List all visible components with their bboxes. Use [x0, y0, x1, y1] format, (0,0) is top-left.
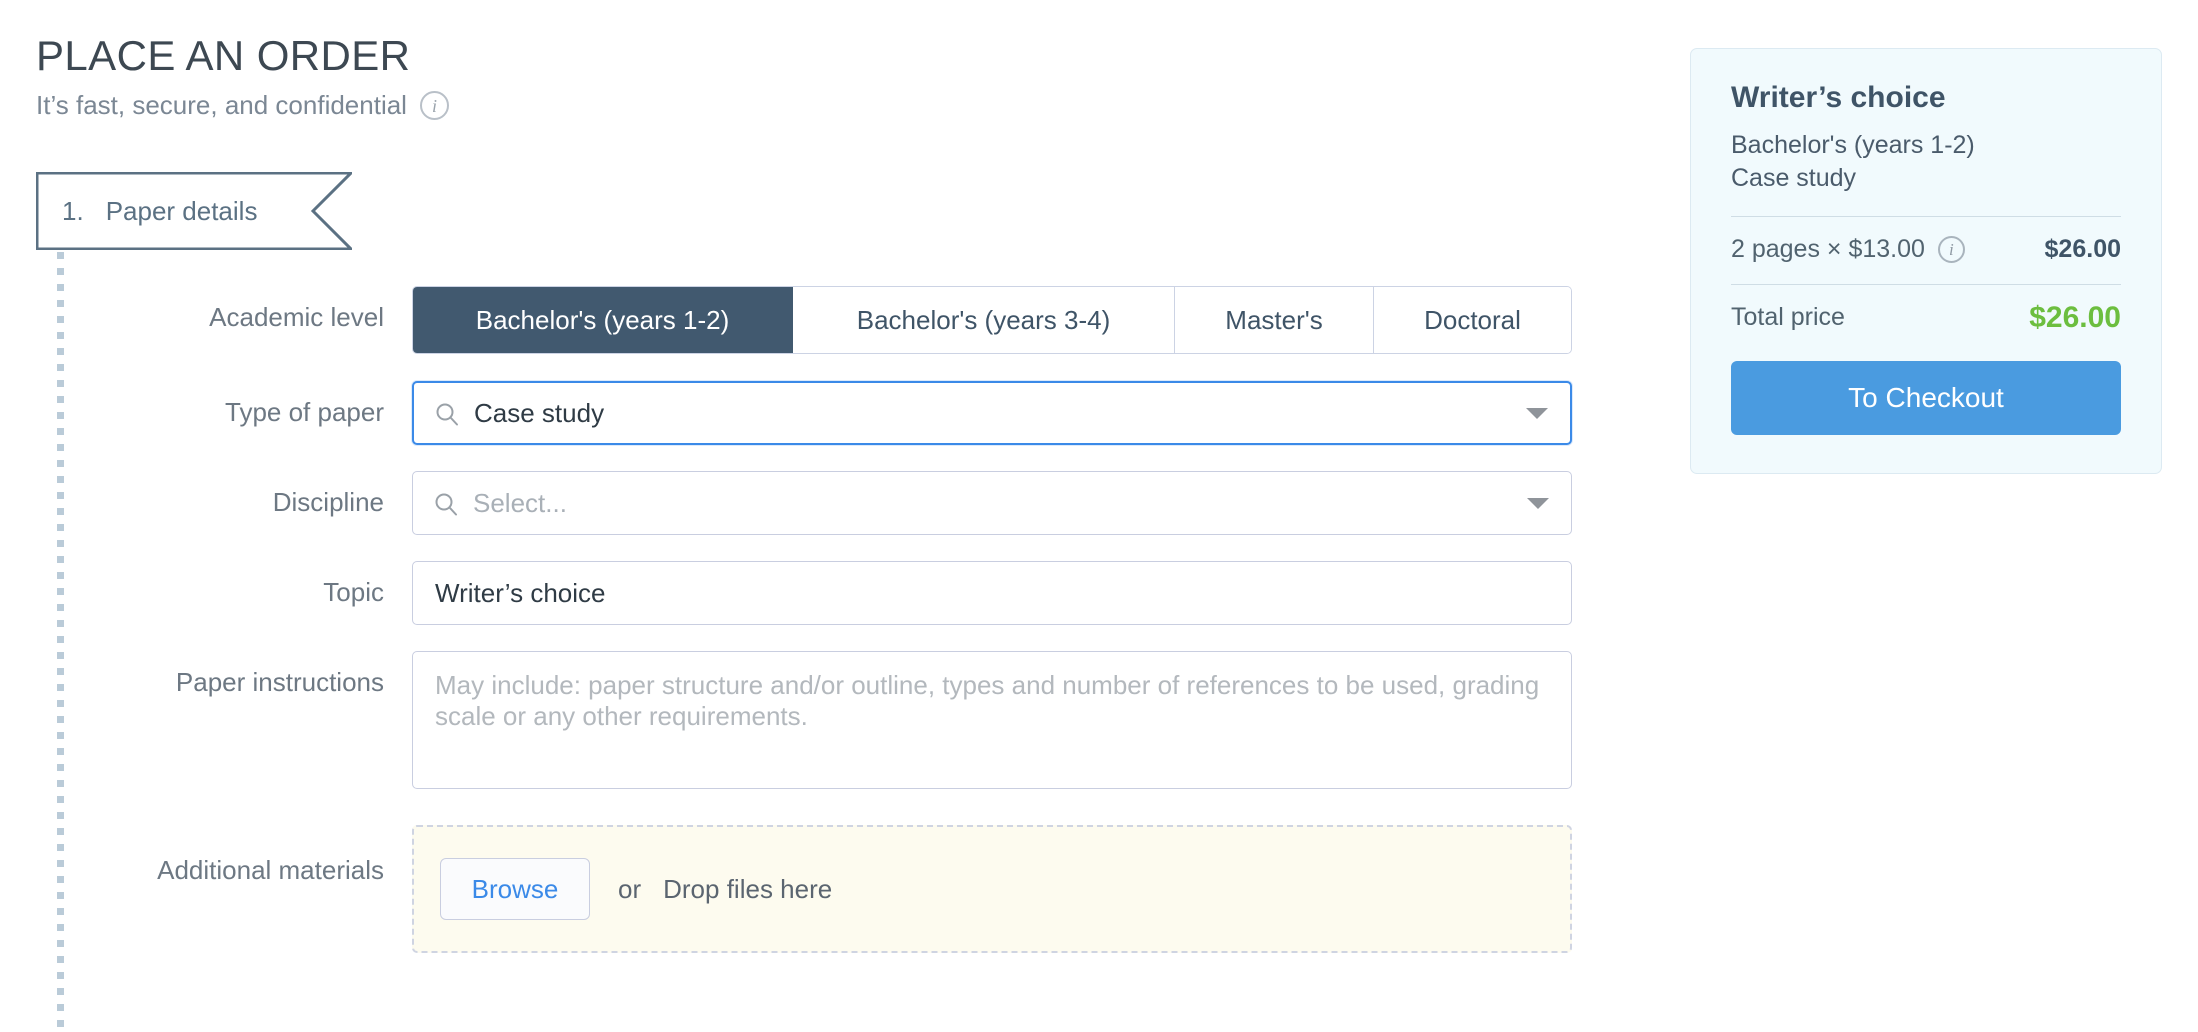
summary-total-amount: $26.00 [2029, 300, 2121, 334]
academic-level-option-bachelors-3-4[interactable]: Bachelor's (years 3-4) [793, 287, 1175, 353]
info-icon[interactable]: i [419, 91, 449, 121]
search-icon [434, 401, 460, 427]
label-paper-instructions: Paper instructions [175, 667, 384, 697]
field-row-discipline: Discipline Select... [0, 471, 1600, 535]
field-row-paper-instructions: Paper instructions May include: paper st… [0, 651, 1600, 789]
summary-total-label: Total price [1731, 303, 1845, 331]
browse-button[interactable]: Browse [440, 858, 590, 920]
type-of-paper-select[interactable]: Case study [412, 381, 1572, 445]
field-row-topic: Topic Writer’s choice [0, 561, 1600, 625]
academic-level-option-masters[interactable]: Master's [1175, 287, 1374, 353]
label-type-of-paper: Type of paper [225, 397, 384, 427]
summary-title: Writer’s choice [1731, 81, 1946, 114]
summary-total-row: Total price $26.00 [1731, 285, 2121, 335]
order-summary-card: Writer’s choice Bachelor's (years 1-2) C… [1690, 48, 2162, 474]
step-number: 1. [62, 195, 84, 226]
summary-price-row: 2 pages × $13.00 i $26.00 [1731, 217, 2121, 264]
dropzone-hint: Drop files here [663, 873, 833, 904]
to-checkout-button[interactable]: To Checkout [1731, 360, 2121, 435]
file-dropzone[interactable]: Browse or Drop files here [412, 825, 1572, 953]
chevron-down-icon[interactable] [1527, 498, 1549, 509]
type-of-paper-value: Case study [474, 397, 605, 428]
chevron-down-icon[interactable] [1526, 408, 1548, 419]
order-page: PLACE AN ORDER It’s fast, secure, and co… [0, 0, 2198, 1032]
academic-level-option-doctoral[interactable]: Doctoral [1374, 287, 1571, 353]
price-info-icon[interactable]: i [1937, 235, 1965, 263]
academic-level-tabs: Bachelor's (years 1-2) Bachelor's (years… [412, 286, 1572, 354]
discipline-placeholder: Select... [473, 487, 567, 518]
search-icon [433, 491, 459, 517]
page-subtitle: It’s fast, secure, and confidential [36, 90, 407, 121]
dropzone-or-label: or [618, 873, 642, 904]
page-header: PLACE AN ORDER It’s fast, secure, and co… [36, 32, 449, 121]
label-academic-level: Academic level [209, 302, 384, 332]
discipline-select[interactable]: Select... [412, 471, 1572, 535]
step-title: Paper details [105, 195, 258, 226]
paper-details-form: Academic level Bachelor's (years 1-2) Ba… [0, 286, 1600, 953]
field-row-type-of-paper: Type of paper Case study [0, 381, 1600, 445]
summary-paper-type: Case study [1731, 164, 1857, 193]
label-discipline: Discipline [272, 487, 384, 517]
page-subtitle-row: It’s fast, secure, and confidential i [36, 90, 449, 121]
field-row-additional-materials: Additional materials Browse or Drop file… [0, 825, 1600, 953]
label-additional-materials: Additional materials [157, 855, 384, 885]
summary-academic-level: Bachelor's (years 1-2) [1731, 131, 1975, 159]
paper-instructions-textarea[interactable]: May include: paper structure and/or outl… [412, 651, 1572, 789]
page-title: PLACE AN ORDER [36, 32, 411, 79]
summary-price-formula: 2 pages × $13.00 [1731, 234, 1925, 263]
step-tag-label: 1. Paper details [36, 172, 326, 250]
summary-price-amount: $26.00 [2044, 234, 2121, 263]
field-row-academic-level: Academic level Bachelor's (years 1-2) Ba… [0, 286, 1600, 354]
step-tag-paper-details[interactable]: 1. Paper details [36, 172, 352, 250]
label-topic: Topic [323, 577, 384, 607]
academic-level-option-bachelors-1-2[interactable]: Bachelor's (years 1-2) [413, 287, 793, 353]
topic-input[interactable]: Writer’s choice [412, 561, 1572, 625]
